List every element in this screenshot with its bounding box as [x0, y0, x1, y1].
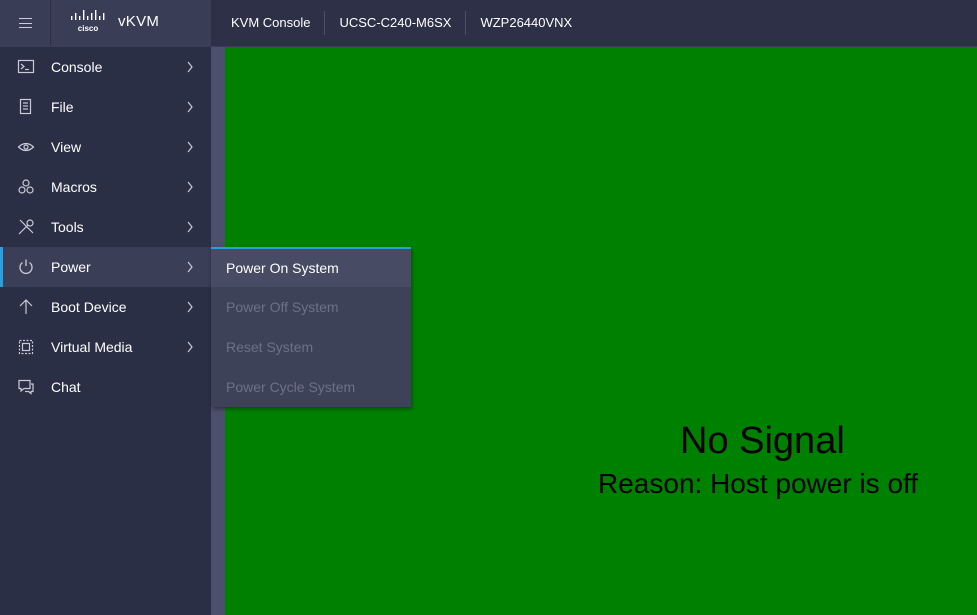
- sidebar: Console File View Macros Tools Power Boo…: [0, 47, 211, 615]
- power-off-system-item: Power Off System: [226, 299, 339, 315]
- tools-icon: [18, 219, 34, 235]
- boot-device-icon: [19, 299, 33, 314]
- chat-icon: [18, 379, 34, 395]
- sidebar-item-label: Virtual Media: [51, 339, 133, 355]
- chevron-right-icon: [187, 221, 193, 233]
- file-icon: [19, 98, 32, 115]
- no-signal-reason: Reason: Host power is off: [598, 468, 919, 499]
- sidebar-item-tools[interactable]: Tools: [0, 207, 211, 247]
- power-on-system-item[interactable]: Power On System: [211, 249, 411, 287]
- brand: cisco vKVM: [51, 0, 211, 46]
- top-bar: cisco vKVM KVM Console UCSC-C240-M6SX WZ…: [0, 0, 977, 47]
- sidebar-item-file[interactable]: File: [0, 87, 211, 127]
- power-submenu: Power On System Power Off System Reset S…: [211, 247, 411, 407]
- sidebar-item-boot-device[interactable]: Boot Device: [0, 287, 211, 327]
- chevron-right-icon: [187, 261, 193, 273]
- chevron-right-icon: [187, 301, 193, 313]
- sidebar-item-label: Macros: [51, 179, 97, 195]
- power-icon: [19, 259, 33, 274]
- no-signal-message: No Signal: [680, 420, 845, 462]
- sidebar-item-label: Console: [51, 59, 103, 75]
- chevron-right-icon: [187, 61, 193, 73]
- reset-system-item: Reset System: [226, 339, 314, 355]
- sidebar-item-label: File: [51, 99, 74, 115]
- sidebar-item-macros[interactable]: Macros: [0, 167, 211, 207]
- svg-text:cisco: cisco: [78, 24, 99, 33]
- chevron-right-icon: [187, 101, 193, 113]
- sidebar-item-label: View: [51, 139, 82, 155]
- app-title: vKVM: [118, 13, 160, 30]
- tab-kvm-console[interactable]: KVM Console: [217, 11, 326, 35]
- sidebar-item-virtual-media[interactable]: Virtual Media: [0, 327, 211, 367]
- sidebar-item-view[interactable]: View: [0, 127, 211, 167]
- sidebar-item-label: Tools: [51, 219, 84, 235]
- macros-icon: [18, 179, 34, 194]
- sidebar-item-power[interactable]: Power: [0, 247, 211, 287]
- tab-server-model[interactable]: UCSC-C240-M6SX: [325, 11, 467, 35]
- top-tabs: KVM Console UCSC-C240-M6SX WZP26440VNX: [217, 0, 586, 46]
- eye-icon: [17, 142, 35, 152]
- sidebar-item-label: Power: [51, 259, 91, 275]
- chevron-right-icon: [187, 141, 193, 153]
- hamburger-icon: [18, 18, 32, 28]
- chevron-right-icon: [187, 181, 193, 193]
- cisco-logo: cisco: [71, 10, 105, 33]
- sidebar-item-label: Boot Device: [51, 299, 127, 315]
- hamburger-menu-button[interactable]: [0, 0, 51, 46]
- sidebar-item-label: Chat: [51, 379, 81, 395]
- power-cycle-system-item: Power Cycle System: [226, 379, 356, 395]
- sidebar-item-console[interactable]: Console: [0, 47, 211, 87]
- sidebar-item-chat[interactable]: Chat: [0, 367, 211, 407]
- chevron-right-icon: [187, 341, 193, 353]
- console-icon: [17, 59, 35, 74]
- virtual-media-icon: [18, 339, 34, 355]
- tab-serial-number[interactable]: WZP26440VNX: [466, 11, 586, 35]
